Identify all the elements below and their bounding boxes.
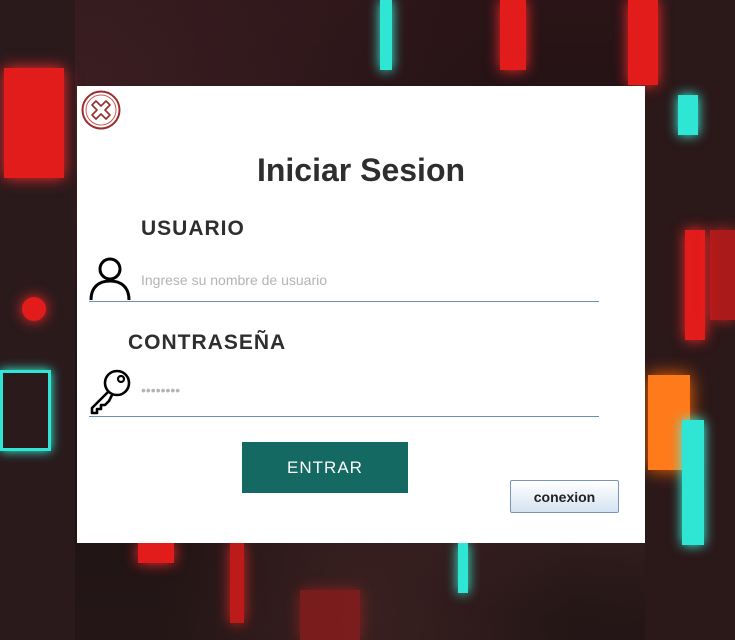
page-title: Iniciar Sesion bbox=[256, 152, 466, 188]
password-input[interactable] bbox=[89, 373, 599, 417]
connection-button[interactable]: conexion bbox=[510, 480, 619, 513]
close-icon bbox=[81, 90, 121, 130]
username-input[interactable] bbox=[89, 258, 599, 302]
login-dialog: Iniciar Sesion USUARIO CONTRASEÑA ••••••… bbox=[77, 86, 645, 543]
enter-button[interactable]: ENTRAR bbox=[242, 442, 408, 493]
close-button[interactable] bbox=[81, 90, 121, 130]
password-label: CONTRASEÑA bbox=[128, 331, 287, 354]
username-label: USUARIO bbox=[141, 217, 245, 240]
